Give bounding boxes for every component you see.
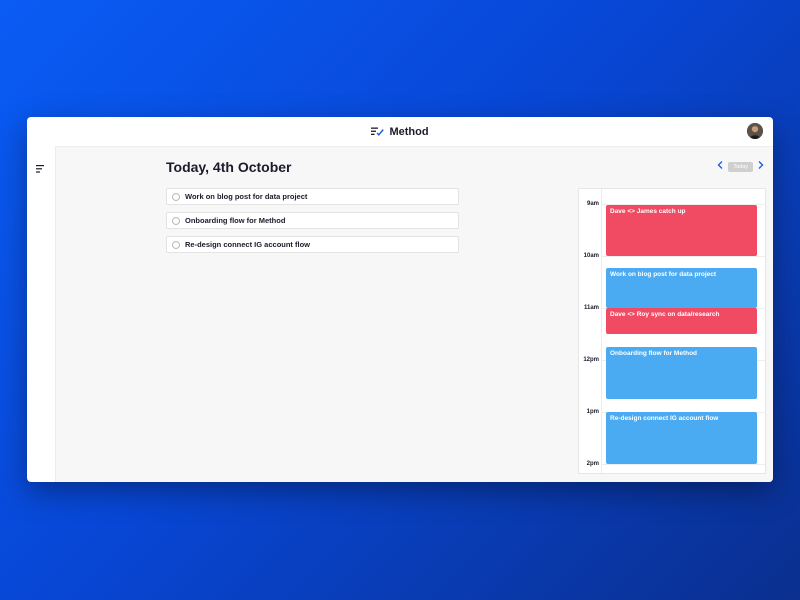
app-window: Method Today, 4th October Work on blog p… [27,117,773,482]
calendar-event[interactable]: Dave <> James catch up [606,205,757,256]
chevron-right-icon[interactable] [758,161,764,172]
calendar-event[interactable]: Onboarding flow for Method [606,347,757,399]
hour-label: 2pm [586,461,599,467]
calendar-event[interactable]: Dave <> Roy sync on data/research [606,308,757,334]
task-item[interactable]: Onboarding flow for Method [166,212,459,229]
task-checkbox[interactable] [172,192,180,201]
task-list: Work on blog post for data project Onboa… [166,188,459,260]
chevron-left-icon[interactable] [717,161,723,172]
brand[interactable]: Method [371,123,429,141]
calendar-event[interactable]: Re-design connect IG account flow [606,412,757,464]
day-calendar: 9am 10am 11am 12pm 1pm 2pm Dave <> James… [578,188,766,474]
hour-label: 9am [586,201,599,207]
main-panel: Today, 4th October Work on blog post for… [55,146,773,482]
menu-lines-icon[interactable] [36,161,46,173]
task-checkbox[interactable] [172,216,180,225]
checklist-icon [371,123,385,141]
task-label: Re-design connect IG account flow [185,240,311,249]
task-item[interactable]: Re-design connect IG account flow [166,236,459,253]
task-item[interactable]: Work on blog post for data project [166,188,459,205]
app-title: Method [389,125,429,138]
task-label: Work on blog post for data project [185,192,308,201]
hour-gridline [601,256,765,257]
hour-label: 11am [583,305,599,311]
time-column: 9am 10am 11am 12pm 1pm 2pm [579,189,602,473]
hour-gridline [601,464,765,465]
task-checkbox[interactable] [172,240,180,249]
today-button[interactable]: Today [728,161,753,172]
hour-label: 12pm [583,357,599,363]
user-avatar-icon[interactable] [747,123,763,139]
top-bar: Method [27,117,773,146]
calendar-event[interactable]: Work on blog post for data project [606,268,757,308]
calendar-nav: Today [717,161,764,172]
task-label: Onboarding flow for Method [185,216,286,225]
page-title: Today, 4th October [166,159,292,175]
hour-label: 1pm [586,409,599,415]
hour-label: 10am [583,253,599,259]
